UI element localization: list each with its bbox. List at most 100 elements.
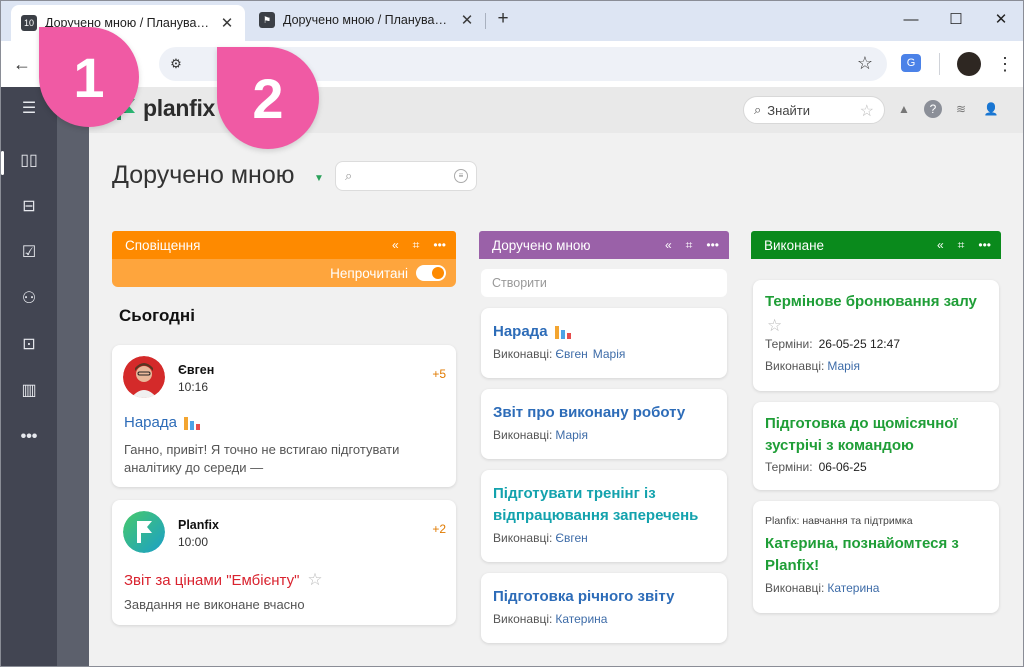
nav-secondary-strip (57, 87, 89, 666)
more-icon[interactable]: ••• (706, 238, 719, 252)
site-settings-icon[interactable]: ⚙ (167, 55, 185, 73)
rocket-icon[interactable]: ▲ (895, 100, 913, 118)
star-icon[interactable]: ☆ (767, 316, 782, 336)
star-icon[interactable]: ☆ (307, 570, 322, 589)
notification-time: 10:16 (178, 380, 209, 394)
notification-text: Ганно, привіт! Я точно не встигаю підгот… (124, 442, 400, 475)
collapse-icon[interactable]: « (937, 238, 944, 252)
user-icon[interactable]: 👤 (982, 100, 1000, 118)
assignee-link[interactable]: Марія (827, 359, 860, 373)
task-card[interactable]: Підготувати тренінг із відпрацювання зап… (481, 470, 727, 562)
task-name: Звіт про виконану роботу (493, 404, 686, 421)
focus-icon[interactable]: ⌗ (958, 238, 965, 253)
browser-window: 10 Доручено мною / Планувальн ✕ ⚑ Доруче… (0, 0, 1024, 667)
browser-toolbar: ← ⚙ ☆ G ⋮ (1, 41, 1023, 87)
notification-author: Євген (178, 363, 215, 377)
column-header-notifications: Сповіщення « ⌗ ••• (112, 231, 456, 259)
column-title: Доручено мною (492, 237, 591, 253)
tab-separator (485, 13, 486, 29)
hamburger-menu-icon[interactable]: ☰ (17, 97, 41, 121)
task-assignees: Виконавці: Катерина (765, 581, 880, 595)
favorites-star-icon[interactable]: ☆ (860, 101, 874, 121)
task-assignees: Виконавці: Марія (765, 359, 860, 373)
task-deadline: Терміни: 06-06-25 (765, 460, 867, 474)
left-nav: ☰ ▯▯ ⊟ ☑ ⚇ ⊡ ▥ ••• (1, 87, 57, 666)
assignee-link[interactable]: Катерина (827, 581, 879, 595)
planfix-app: ☰ ▯▯ ⊟ ☑ ⚇ ⊡ ▥ ••• planfix ⌕ Знайти ☆ ▲ … (1, 87, 1023, 666)
task-card[interactable]: Звіт про виконану роботу Виконавці: Марія (481, 389, 727, 459)
collapse-icon[interactable]: « (665, 238, 672, 252)
column-header-done: Виконане « ⌗ ••• (751, 231, 1001, 259)
notification-title[interactable]: Нарада (124, 414, 201, 431)
tab-inactive[interactable]: ⚑ Доручено мною / Планувальн ✕ (251, 5, 483, 35)
create-task-input[interactable]: Створити (481, 269, 727, 297)
chevron-down-icon[interactable]: ▼ (314, 173, 324, 184)
notification-card[interactable]: Planfix 10:00 +2 Звіт за цінами "Ембієнт… (112, 500, 456, 625)
layers-icon[interactable]: ≋ (952, 100, 970, 118)
avatar (123, 356, 165, 398)
task-card[interactable]: Підготовка до щомісячної зустрічі з кома… (753, 402, 999, 490)
notification-count: +2 (432, 522, 446, 536)
minimize-button[interactable]: — (888, 9, 934, 31)
analytics-icon[interactable]: ▥ (17, 379, 41, 403)
translate-icon[interactable]: G (901, 54, 921, 72)
task-card[interactable]: Підготовка річного звіту Виконавці: Катер… (481, 573, 727, 643)
chart-bars-icon (554, 326, 571, 340)
task-deadline: Терміни: 26-05-25 12:47 (765, 337, 900, 351)
flag-icon: ⚑ (259, 12, 275, 28)
focus-icon[interactable]: ⌗ (686, 238, 693, 253)
close-tab-icon[interactable]: ✕ (459, 11, 475, 29)
tab-title: Доручено мною / Планувальн (283, 13, 453, 27)
maximize-button[interactable]: ☐ (933, 9, 979, 31)
unread-toggle[interactable] (416, 265, 446, 281)
notification-text: Завдання не виконане вчасно (124, 597, 305, 612)
profile-avatar[interactable] (957, 52, 981, 76)
help-icon[interactable]: ? (924, 100, 942, 118)
notification-count: +5 (432, 367, 446, 381)
back-arrow-icon[interactable]: ← (11, 53, 33, 75)
focus-icon[interactable]: ⌗ (413, 238, 420, 253)
task-project-tag[interactable]: Planfix: навчання та підтримка (765, 515, 913, 527)
notification-title[interactable]: Звіт за цінами "Ембієнту" ☆ (124, 570, 323, 590)
planfix-avatar (123, 511, 165, 553)
filter-icon[interactable]: ≡ (454, 169, 468, 183)
task-card[interactable]: Planfix: навчання та підтримка Катерина,… (753, 501, 999, 613)
assignee-link[interactable]: Євген (555, 347, 587, 361)
task-card[interactable]: Термінове бронювання залу ☆ Терміни: 26-0… (753, 280, 999, 391)
notification-card[interactable]: Євген 10:16 +5 Нарада Ганно, привіт! Я т… (112, 345, 456, 487)
task-name: Підготувати тренінг із відпрацювання зап… (493, 485, 699, 524)
new-tab-button[interactable]: + (493, 9, 513, 29)
collapse-icon[interactable]: « (392, 238, 399, 252)
projects-icon[interactable]: ⊟ (17, 195, 41, 219)
contact-card-icon[interactable]: ⊡ (17, 333, 41, 357)
task-name: Катерина, познайомтеся з Planfix! (765, 535, 959, 574)
task-assignees: Виконавці: Євген (493, 531, 588, 545)
bookmark-star-icon[interactable]: ☆ (857, 53, 873, 74)
filter-search-input[interactable]: ⌕ ≡ (335, 161, 477, 191)
chart-bars-icon (183, 417, 200, 431)
tasks-icon[interactable]: ☑ (17, 241, 41, 265)
task-assignees: Виконавці: Марія (493, 428, 588, 442)
toolbar-divider (939, 53, 940, 75)
nav-selection-indicator (1, 151, 4, 175)
close-window-button[interactable]: ✕ (978, 9, 1023, 31)
more-icon[interactable]: ••• (978, 238, 991, 252)
more-icon[interactable]: ••• (17, 425, 41, 449)
close-tab-icon[interactable]: ✕ (219, 14, 235, 32)
task-assignees: Виконавці: Катерина (493, 612, 608, 626)
kanban-board-icon[interactable]: ▯▯ (17, 149, 41, 173)
callout-badge-2: 2 (217, 47, 319, 149)
assignee-link[interactable]: Марія (593, 347, 626, 361)
search-icon: ⌕ (345, 168, 353, 183)
browser-menu-icon[interactable]: ⋮ (993, 52, 1017, 76)
global-search[interactable]: ⌕ Знайти ☆ (743, 96, 885, 124)
tab-strip: 10 Доручено мною / Планувальн ✕ ⚑ Доруче… (1, 1, 1023, 41)
assignee-link[interactable]: Євген (555, 531, 587, 545)
more-icon[interactable]: ••• (433, 238, 446, 252)
contacts-icon[interactable]: ⚇ (17, 287, 41, 311)
task-card[interactable]: Нарада Виконавці: Євген Марія (481, 308, 727, 378)
assignee-link[interactable]: Марія (555, 428, 588, 442)
callout-badge-1: 1 (39, 27, 139, 127)
assignee-link[interactable]: Катерина (555, 612, 607, 626)
search-icon: ⌕ (754, 102, 762, 117)
